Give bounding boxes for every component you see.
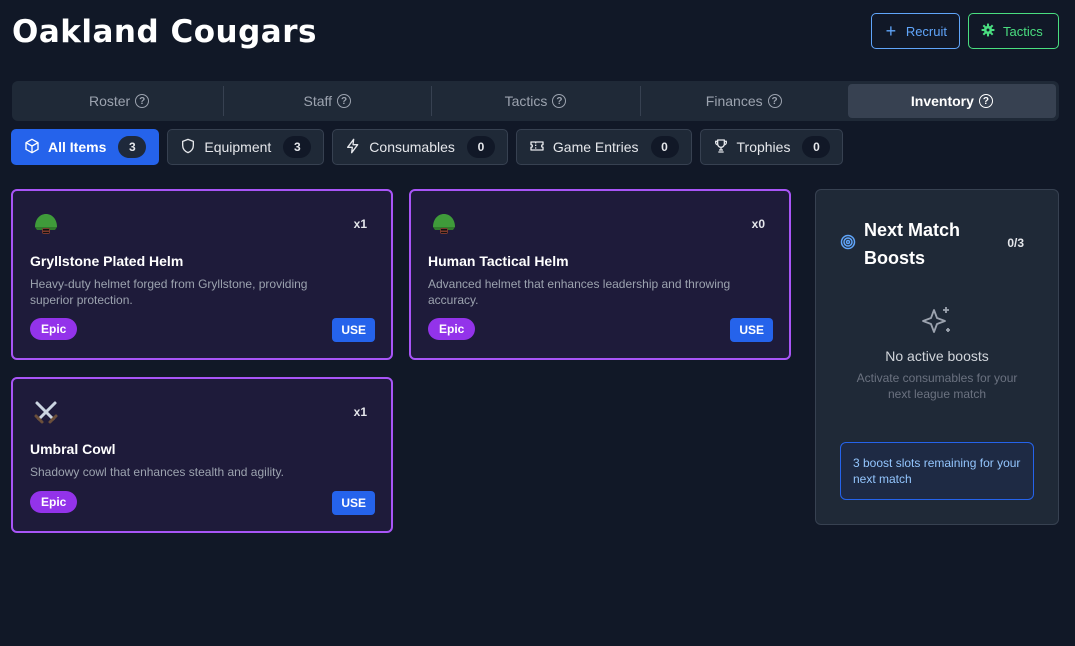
plus-icon: +: [885, 21, 897, 41]
item-name: Human Tactical Helm: [428, 253, 569, 269]
rarity-badge: Epic: [428, 318, 476, 340]
recruit-button[interactable]: + Recruit: [871, 13, 960, 49]
rarity-badge: Epic: [30, 318, 78, 340]
filter-label: All Items: [48, 139, 107, 155]
helmet-icon: [31, 209, 61, 239]
item-quantity: x0: [751, 217, 765, 231]
next-match-boosts-panel: Next Match Boosts 0/3 No active boosts A…: [815, 189, 1059, 525]
team-title: Oakland Cougars: [12, 14, 317, 50]
empty-state-title: No active boosts: [885, 348, 989, 364]
filter-game-entries[interactable]: Game Entries 0: [515, 129, 692, 165]
lightning-icon: [345, 138, 361, 157]
filter-label: Consumables: [369, 139, 455, 155]
empty-state-subtitle: Activate consumables for your next leagu…: [856, 371, 1018, 401]
helmet-icon: [429, 209, 459, 239]
tab-label: Finances: [705, 93, 763, 109]
tactics-label: Tactics: [1003, 23, 1043, 39]
crossed-swords-icon: [31, 397, 61, 427]
item-card[interactable]: x1 Gryllstone Plated Helm Heavy-duty hel…: [11, 189, 393, 360]
item-quantity: x1: [353, 405, 367, 419]
use-button[interactable]: USE: [730, 318, 773, 342]
filter-count: 3: [283, 136, 312, 158]
tab-label: Staff: [303, 93, 333, 109]
sparkles-icon: [920, 304, 954, 338]
help-icon[interactable]: ?: [767, 94, 782, 108]
header-actions: + Recruit Tactics: [871, 13, 1059, 49]
filter-count: 0: [802, 136, 831, 158]
filter-count: 0: [466, 136, 495, 158]
help-icon[interactable]: ?: [135, 94, 150, 108]
help-icon[interactable]: ?: [337, 94, 352, 108]
boost-slots-note: 3 boost slots remaining for your next ma…: [840, 442, 1034, 500]
filter-label: Equipment: [204, 139, 272, 155]
trophy-icon: [713, 138, 729, 157]
use-button[interactable]: USE: [332, 491, 375, 515]
filter-consumables[interactable]: Consumables 0: [332, 129, 508, 165]
filter-label: Game Entries: [552, 139, 639, 155]
recruit-label: Recruit: [905, 23, 947, 39]
shield-icon: [180, 138, 196, 157]
use-button[interactable]: USE: [332, 318, 375, 342]
rarity-badge: Epic: [30, 491, 78, 513]
filter-equipment[interactable]: Equipment 3: [167, 129, 325, 165]
tab-inventory[interactable]: Inventory?: [847, 84, 1057, 118]
gear-icon: [981, 23, 995, 40]
filter-count: 3: [118, 136, 147, 158]
item-description: Heavy-duty helmet forged from Gryllstone…: [30, 277, 308, 307]
tab-label: Tactics: [504, 93, 548, 109]
boost-slots-count: 0/3: [1007, 236, 1024, 250]
tab-roster[interactable]: Roster?: [15, 84, 223, 118]
box-icon: [24, 138, 40, 157]
item-description: Advanced helmet that enhances leadership…: [428, 277, 731, 307]
item-name: Gryllstone Plated Helm: [30, 253, 184, 269]
item-description: Shadowy cowl that enhances stealth and a…: [30, 465, 284, 479]
item-name: Umbral Cowl: [30, 441, 116, 457]
main-tabs: Roster? Staff? Tactics? Finances? Invent…: [12, 81, 1059, 121]
help-icon[interactable]: ?: [552, 94, 567, 108]
target-icon: [840, 234, 856, 250]
filter-trophies[interactable]: Trophies 0: [699, 129, 844, 165]
filter-all-items[interactable]: All Items 3: [11, 129, 160, 165]
header: Oakland Cougars + Recruit Tactics: [12, 12, 1059, 52]
help-icon[interactable]: ?: [978, 94, 993, 108]
boosts-title: Next Match Boosts: [864, 220, 961, 268]
ticket-icon: [529, 138, 545, 157]
tab-staff[interactable]: Staff?: [223, 84, 431, 118]
filter-count: 0: [650, 136, 679, 158]
tactics-button[interactable]: Tactics: [968, 13, 1059, 49]
item-card[interactable]: x0 Human Tactical Helm Advanced helmet t…: [409, 189, 791, 360]
filter-label: Trophies: [736, 139, 791, 155]
inventory-filters: All Items 3 Equipment 3 Consumables 0 Ga…: [11, 129, 844, 165]
tab-tactics[interactable]: Tactics?: [431, 84, 639, 118]
item-card[interactable]: x1 Umbral Cowl Shadowy cowl that enhance…: [11, 377, 393, 533]
item-quantity: x1: [353, 217, 367, 231]
tab-finances[interactable]: Finances?: [639, 84, 848, 118]
tab-label: Roster: [88, 93, 131, 109]
tab-label: Inventory: [910, 93, 974, 109]
